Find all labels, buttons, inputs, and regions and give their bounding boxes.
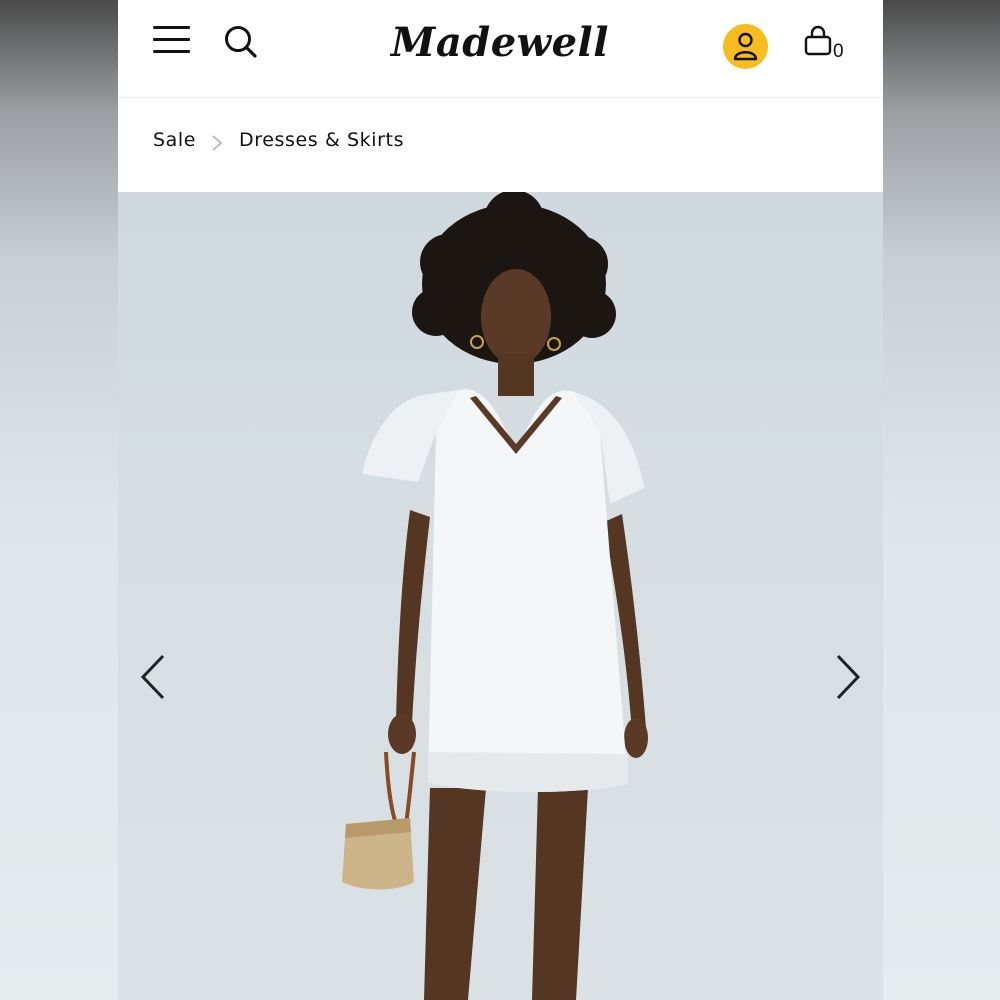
brand-logo[interactable]: Madewell: [380, 12, 620, 78]
breadcrumb: Sale Dresses & Skirts: [118, 98, 883, 192]
chevron-left-icon: [140, 654, 165, 700]
hamburger-menu-icon[interactable]: [153, 25, 190, 55]
breadcrumb-link-dresses-skirts[interactable]: Dresses & Skirts: [239, 129, 404, 151]
cart-count-badge: 0: [833, 41, 844, 62]
search-icon[interactable]: [223, 24, 259, 60]
shopping-bag-icon[interactable]: 0: [803, 25, 848, 67]
right-background-shade: [883, 0, 1000, 1000]
carousel-next-button[interactable]: [826, 652, 866, 702]
product-photo: [342, 192, 648, 1000]
product-image-carousel: [118, 192, 883, 1000]
user-icon[interactable]: [723, 24, 768, 69]
carousel-prev-button[interactable]: [135, 652, 175, 702]
left-background-shade: [0, 0, 118, 1000]
mobile-page-frame: Madewell 0 Sale Dresses & Skirts: [118, 0, 883, 1000]
chevron-right-icon: [836, 654, 861, 700]
chevron-right-icon: [211, 134, 223, 156]
site-header: Madewell 0: [118, 0, 883, 98]
breadcrumb-link-sale[interactable]: Sale: [153, 129, 196, 151]
